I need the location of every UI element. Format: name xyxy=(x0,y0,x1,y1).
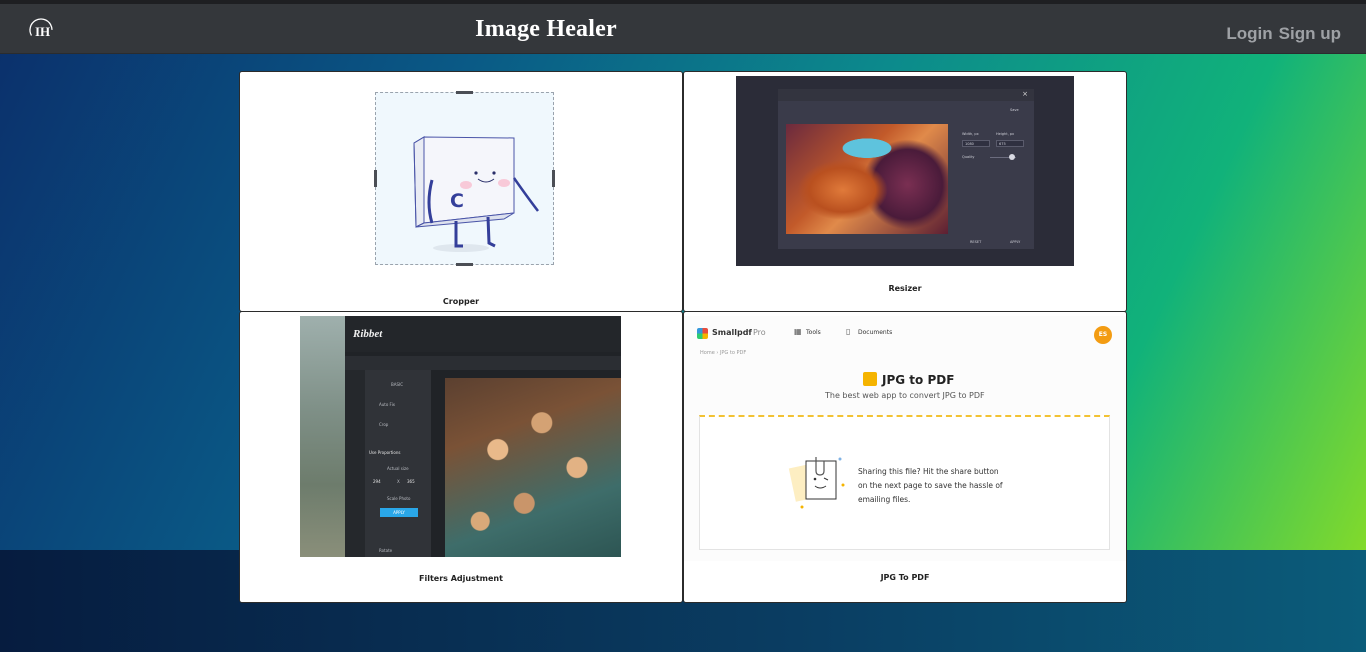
pro-label: Pro xyxy=(753,328,766,337)
card-title: Cropper xyxy=(442,297,480,306)
message-line-2: on the next page to save the hassle of xyxy=(858,481,1003,490)
site-title: Image Healer xyxy=(475,16,617,42)
message-line-3: emailing files. xyxy=(858,495,911,504)
svg-text:C: C xyxy=(450,190,464,212)
height-value: 675 xyxy=(999,142,1006,146)
tool-subtitle: The best web app to convert JPG to PDF xyxy=(825,391,985,400)
proportions-select: Use Proportions xyxy=(369,450,401,455)
ribbet-menu xyxy=(345,356,621,370)
pencils-photo xyxy=(445,378,621,557)
width-value: 1080 xyxy=(965,142,974,146)
smallpdf-brand: Smallpdf xyxy=(712,328,752,337)
smallpdf-header: Smallpdf Pro ▦ Tools ▯ Documents ES xyxy=(684,316,1126,352)
navbar: IH Image Healer Login Sign up xyxy=(0,4,1366,54)
reset-button: RESET xyxy=(970,240,982,244)
apply-button: APPLY xyxy=(380,508,418,517)
close-icon: × xyxy=(1022,90,1028,98)
width-value: 294 xyxy=(373,479,381,484)
document-mascot-icon xyxy=(788,457,845,509)
avatar: ES xyxy=(1094,326,1112,344)
save-dropdown: Save xyxy=(1010,108,1019,112)
crop-item: Crop xyxy=(379,422,389,427)
message-line-1: Sharing this file? Hit the share button xyxy=(858,467,999,476)
section-title: BASIC xyxy=(391,382,403,387)
ribbet-topbar: Ribbet xyxy=(345,316,621,352)
login-link[interactable]: Login xyxy=(1226,24,1272,44)
jpg-to-pdf-card[interactable]: Smallpdf Pro ▦ Tools ▯ Documents ES Home… xyxy=(683,311,1127,603)
width-label: Width, px xyxy=(962,132,979,136)
filters-card[interactable]: Ribbet BASIC Auto Fix Crop Use Proportio… xyxy=(239,311,683,603)
signup-link[interactable]: Sign up xyxy=(1279,24,1341,44)
smallpdf-logo-icon xyxy=(697,328,708,339)
times-label: X xyxy=(397,479,400,484)
share-message: Sharing this file? Hit the share button … xyxy=(858,465,1003,507)
height-label: Height, px xyxy=(996,132,1015,136)
width-field: 1080 xyxy=(962,140,990,147)
card-title: Filters Adjustment xyxy=(419,574,503,583)
resizer-thumbnail: × Save Width, px Height, px 1080 675 Qua… xyxy=(736,76,1074,266)
blurred-photo xyxy=(300,316,345,557)
cropper-card[interactable]: C Cropper xyxy=(239,71,683,312)
document-icon: ▯ xyxy=(846,327,851,336)
rotate-item: Rotate xyxy=(379,548,393,553)
tools-menu: Tools xyxy=(806,329,821,336)
jpg-icon xyxy=(863,372,877,386)
scale-photo-option: Scale Photo xyxy=(387,496,411,501)
tool-title: JPG to PDF xyxy=(882,373,955,387)
card-title: JPG To PDF xyxy=(880,573,930,582)
auth-links: Login Sign up xyxy=(1226,24,1341,44)
documents-link: Documents xyxy=(858,329,893,336)
cropper-thumbnail: C xyxy=(240,72,682,282)
drop-area: Sharing this file? Hit the share button … xyxy=(699,415,1110,550)
cube-character-icon: C xyxy=(413,136,539,252)
quality-slider-knob xyxy=(1009,154,1015,160)
edit-panel: BASIC Auto Fix Crop Use Proportions Actu… xyxy=(365,370,431,557)
canyon-photo xyxy=(786,124,948,234)
breadcrumb: Home › JPG to PDF xyxy=(700,350,747,356)
crop-frame: C xyxy=(374,91,555,266)
tool-rail xyxy=(345,370,365,557)
apply-button: APPLY xyxy=(1010,240,1021,244)
window-bar: × xyxy=(778,89,1034,101)
filters-thumbnail: Ribbet BASIC Auto Fix Crop Use Proportio… xyxy=(300,316,621,557)
resizer-window: × Save Width, px Height, px 1080 675 Qua… xyxy=(778,89,1034,249)
jpg-to-pdf-thumbnail: Smallpdf Pro ▦ Tools ▯ Documents ES Home… xyxy=(684,316,1126,561)
auto-fix-item: Auto Fix xyxy=(379,402,396,407)
grid-icon: ▦ xyxy=(794,327,802,336)
height-field: 675 xyxy=(996,140,1024,147)
actual-size-label: Actual size xyxy=(387,466,409,471)
ribbet-logo: Ribbet xyxy=(353,328,383,340)
resize-options: Width, px Height, px 1080 675 Quality xyxy=(956,124,1028,244)
height-value: 365 xyxy=(407,479,415,484)
resizer-card[interactable]: × Save Width, px Height, px 1080 675 Qua… xyxy=(683,71,1127,312)
quality-label: Quality xyxy=(962,155,975,159)
card-title: Resizer xyxy=(888,284,922,293)
